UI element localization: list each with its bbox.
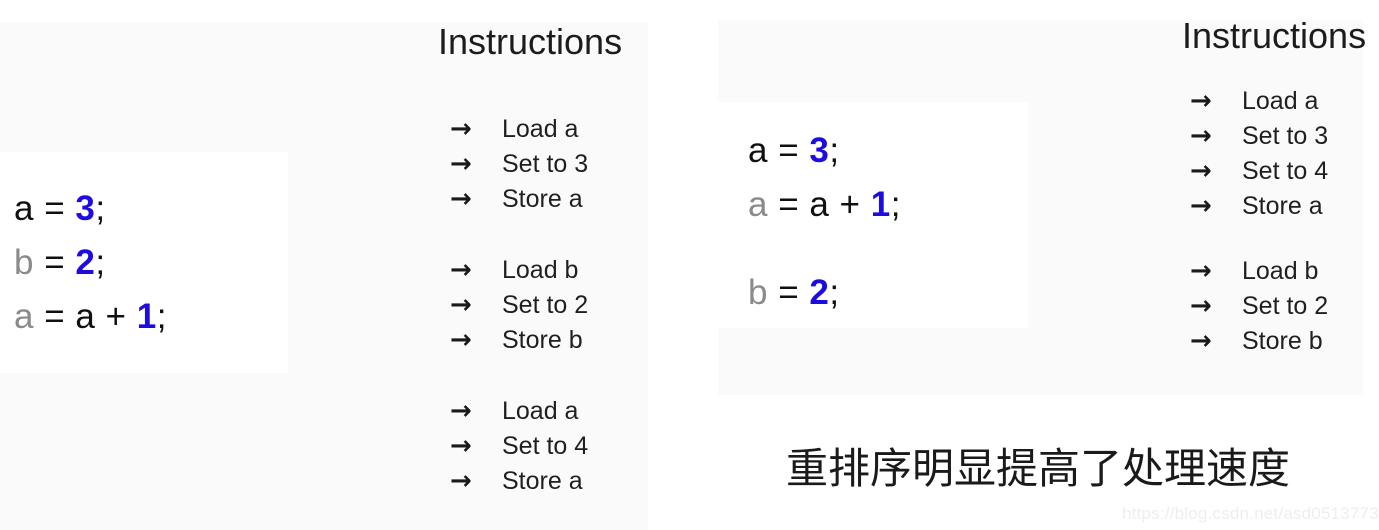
- code-token-semi: ;: [829, 273, 840, 312]
- code-token-var-dim: b: [748, 273, 768, 312]
- code-line: a = 3;: [14, 182, 288, 236]
- left-instructions-title: Instructions: [438, 21, 623, 62]
- code-token-var: a: [75, 297, 96, 336]
- instruction-label: Set to 3: [1242, 122, 1329, 150]
- code-line: b = 2;: [748, 266, 1028, 320]
- instruction-label: Load a: [1242, 87, 1319, 115]
- caption-text: 重排序明显提高了处理速度: [786, 444, 1291, 493]
- code-line: a = 3;: [748, 124, 1028, 178]
- code-token-semi: ;: [95, 243, 106, 282]
- arrow-right-icon: →: [1190, 291, 1212, 321]
- watermark-text: https://blog.csdn.net/asd051377305: [1122, 504, 1379, 523]
- code-token-op: =: [767, 185, 810, 224]
- instruction-label: Set to 2: [1242, 292, 1329, 320]
- code-line: b = 2;: [14, 236, 288, 290]
- arrow-right-icon: →: [450, 149, 472, 179]
- arrow-right-icon: →: [450, 184, 472, 214]
- instruction-label: Store a: [502, 185, 583, 213]
- code-token-op: =: [767, 131, 810, 170]
- arrow-right-icon: →: [1190, 86, 1212, 116]
- code-token-var-dim: a: [14, 297, 34, 336]
- left-code-block: a = 3; b = 2; a = a + 1;: [0, 152, 288, 373]
- instruction-row: → Load b: [1190, 254, 1379, 289]
- instruction-row: → Load a: [450, 112, 648, 147]
- instruction-row: → Set to 2: [450, 288, 648, 323]
- instruction-label: Load b: [1242, 257, 1319, 285]
- code-token-num: 3: [75, 189, 96, 228]
- arrow-right-icon: →: [1190, 256, 1212, 286]
- instruction-row: → Load a: [450, 394, 648, 429]
- right-instruction-groups: → Load a → Set to 3 → Set to 4 → Store a → Load b…: [1190, 84, 1379, 359]
- instruction-row: → Set to 3: [1190, 119, 1379, 154]
- code-token-op: +: [95, 297, 137, 336]
- instruction-row: → Store a: [450, 464, 648, 499]
- instruction-label: Store b: [1242, 327, 1323, 355]
- arrow-right-icon: →: [1190, 121, 1212, 151]
- instruction-row: → Store a: [450, 182, 648, 217]
- code-token-num: 3: [809, 131, 830, 170]
- instruction-row: → Set to 2: [1190, 289, 1379, 324]
- code-line: a = a + 1;: [14, 290, 288, 344]
- right-instructions-title: Instructions: [1182, 15, 1367, 56]
- arrow-right-icon: →: [450, 396, 472, 426]
- code-token-var: a: [748, 131, 768, 170]
- instruction-label: Set to 4: [502, 432, 589, 460]
- instruction-label: Load a: [502, 397, 579, 425]
- code-token-semi: ;: [890, 185, 901, 224]
- instruction-label: Load a: [502, 115, 579, 143]
- instruction-row: → Store b: [450, 323, 648, 358]
- arrow-right-icon: →: [450, 290, 472, 320]
- instruction-group: → Load a → Set to 3 → Set to 4 → Store a: [1190, 84, 1379, 224]
- instruction-group: → Load b → Set to 2 → Store b: [1190, 254, 1379, 359]
- instruction-row: → Load a: [1190, 84, 1379, 119]
- left-instruction-groups: → Load a → Set to 3 → Store a → Load b → Set to 2…: [450, 112, 648, 499]
- instruction-label: Store b: [502, 326, 583, 354]
- right-code-block: a = 3; a = a + 1; b = 2;: [718, 102, 1028, 328]
- instruction-label: Set to 4: [1242, 157, 1329, 185]
- instruction-label: Store a: [1242, 192, 1323, 220]
- instruction-row: → Set to 4: [1190, 154, 1379, 189]
- instruction-label: Set to 3: [502, 150, 589, 178]
- code-token-semi: ;: [156, 297, 167, 336]
- code-token-op: +: [829, 185, 871, 224]
- arrow-right-icon: →: [1190, 191, 1212, 221]
- code-token-num: 1: [136, 297, 157, 336]
- code-token-num: 2: [75, 243, 96, 282]
- instruction-row: → Set to 4: [450, 429, 648, 464]
- left-code-lines: a = 3; b = 2; a = a + 1;: [0, 152, 288, 344]
- code-token-semi: ;: [829, 131, 840, 170]
- arrow-right-icon: →: [450, 325, 472, 355]
- instruction-row: → Store a: [1190, 189, 1379, 224]
- code-token-op: =: [767, 273, 810, 312]
- right-code-lines: a = 3; a = a + 1; b = 2;: [718, 102, 1028, 320]
- instruction-row: → Set to 3: [450, 147, 648, 182]
- arrow-right-icon: →: [1190, 326, 1212, 356]
- arrow-right-icon: →: [450, 466, 472, 496]
- arrow-right-icon: →: [450, 114, 472, 144]
- code-token-var: a: [14, 189, 34, 228]
- code-token-var-dim: a: [748, 185, 768, 224]
- instruction-label: Store a: [502, 467, 583, 495]
- arrow-right-icon: →: [1190, 156, 1212, 186]
- code-token-var-dim: b: [14, 243, 34, 282]
- instruction-row: → Store b: [1190, 324, 1379, 359]
- code-token-op: =: [33, 243, 76, 282]
- code-token-op: =: [33, 297, 76, 336]
- arrow-right-icon: →: [450, 431, 472, 461]
- instruction-label: Load b: [502, 256, 579, 284]
- code-token-op: =: [33, 189, 76, 228]
- instruction-label: Set to 2: [502, 291, 589, 319]
- instruction-group: → Load b → Set to 2 → Store b: [450, 253, 648, 358]
- instruction-group: → Load a → Set to 3 → Store a: [450, 112, 648, 217]
- code-token-num: 1: [870, 185, 891, 224]
- instruction-row: → Load b: [450, 253, 648, 288]
- code-token-num: 2: [809, 273, 830, 312]
- right-instructions-panel: Instructions → Load a → Set to 3 → Set to 4 → S…: [1182, 16, 1379, 359]
- arrow-right-icon: →: [450, 255, 472, 285]
- left-instructions-panel: Instructions → Load a → Set to 3 → Store a → Lo…: [438, 22, 648, 499]
- code-token-semi: ;: [95, 189, 106, 228]
- code-token-var: a: [809, 185, 830, 224]
- instruction-group: → Load a → Set to 4 → Store a: [450, 394, 648, 499]
- code-line: a = a + 1;: [748, 178, 1028, 232]
